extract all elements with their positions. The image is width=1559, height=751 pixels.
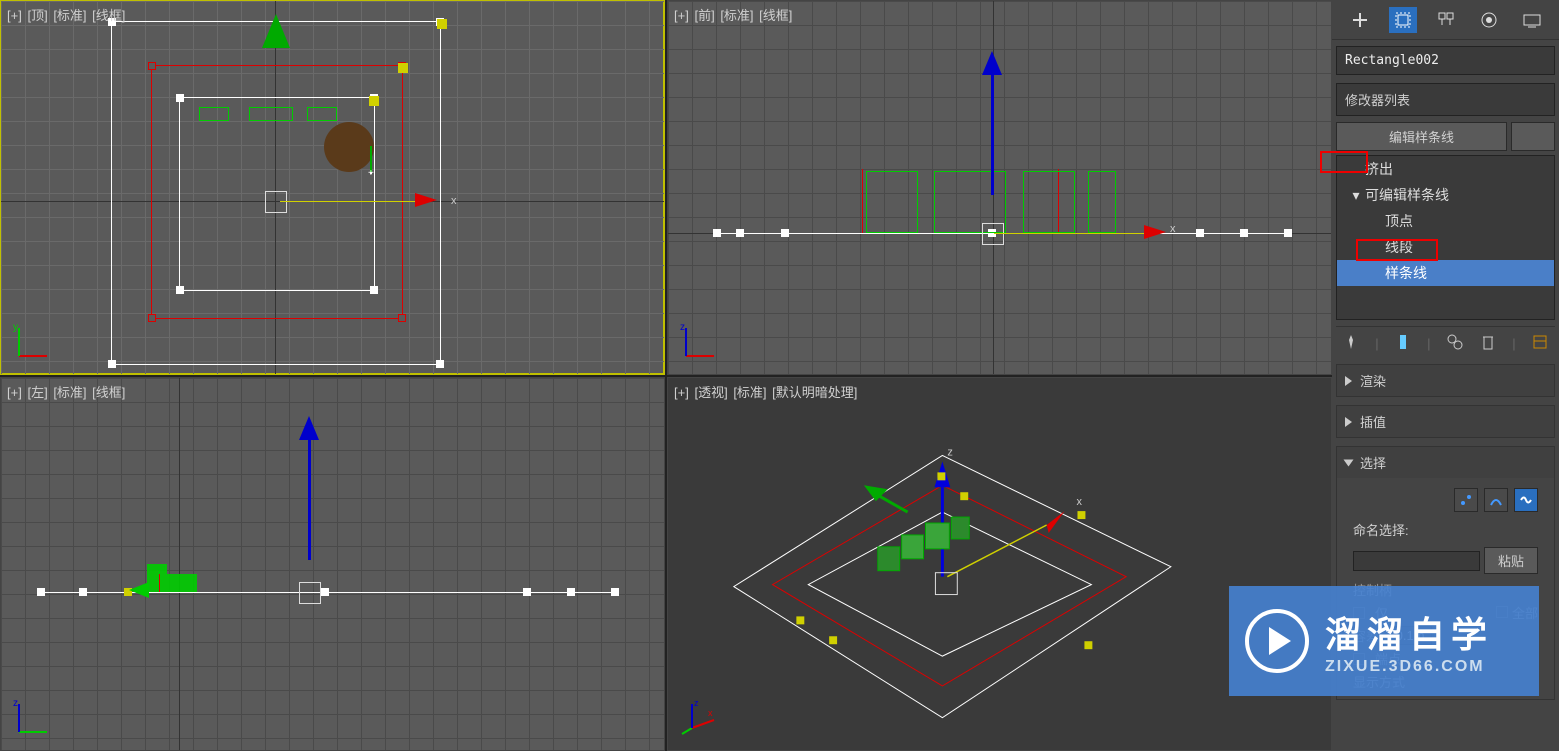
- svg-text:z: z: [947, 446, 952, 458]
- tab-create-icon[interactable]: [1346, 7, 1374, 33]
- object-name-field[interactable]: Rectangle002: [1336, 46, 1555, 75]
- svg-text:z: z: [680, 322, 685, 333]
- svg-text:z: z: [694, 698, 699, 708]
- stack-item-extrude[interactable]: 挤出: [1337, 156, 1554, 182]
- subobj-segment-icon[interactable]: [1484, 488, 1508, 512]
- rollout-selection-header[interactable]: 选择: [1337, 447, 1554, 478]
- stack-toolbar: | | |: [1336, 326, 1555, 360]
- edit-spline-button[interactable]: 编辑样条线: [1336, 122, 1507, 151]
- viewport-front[interactable]: [+] [前] [标准] [线框] x z: [667, 0, 1332, 375]
- subobj-spline-icon[interactable]: [1514, 488, 1538, 512]
- rollout-interpolation: 插值: [1336, 405, 1555, 438]
- tab-modify-icon[interactable]: [1389, 7, 1417, 33]
- modifier-stack[interactable]: 挤出 ▾可编辑样条线 顶点 线段 样条线: [1336, 155, 1555, 320]
- rollout-render-header[interactable]: 渲染: [1337, 365, 1554, 396]
- viewport-top[interactable]: [+] [顶] [标准] [线框]: [0, 0, 665, 375]
- named-selection-input[interactable]: [1353, 551, 1480, 571]
- mini-axis-icon: z: [13, 698, 53, 738]
- stack-item-vertex[interactable]: 顶点: [1337, 208, 1554, 234]
- modifier-set-button[interactable]: [1511, 122, 1555, 151]
- tab-hierarchy-icon[interactable]: [1432, 7, 1460, 33]
- watermark-overlay: 溜溜自学 ZIXUE.3D66.COM: [1229, 586, 1539, 696]
- mini-axis-icon: z: [680, 322, 720, 362]
- rollout-render: 渲染: [1336, 364, 1555, 397]
- configure-modifier-icon[interactable]: [1531, 333, 1549, 354]
- viewport-left[interactable]: [+] [左] [标准] [线框] z: [0, 377, 665, 751]
- command-panel-tabs: [1332, 0, 1559, 40]
- play-icon: [1245, 609, 1309, 673]
- subobj-vertex-icon[interactable]: [1454, 488, 1478, 512]
- modifier-list-dropdown[interactable]: 修改器列表: [1336, 83, 1555, 116]
- named-selection-label: 命名选择:: [1353, 520, 1409, 539]
- tab-motion-icon[interactable]: [1475, 7, 1503, 33]
- stack-item-spline[interactable]: 样条线: [1337, 260, 1554, 286]
- svg-text:y: y: [13, 322, 18, 333]
- make-unique-icon[interactable]: [1446, 333, 1464, 354]
- mini-axis-icon: y: [13, 322, 53, 362]
- viewport-grid: [+] [顶] [标准] [线框]: [0, 0, 1332, 751]
- annotation-box: [1356, 239, 1438, 261]
- svg-text:x: x: [1076, 496, 1082, 508]
- svg-text:x: x: [708, 708, 713, 718]
- paste-button[interactable]: 粘贴: [1484, 547, 1538, 574]
- show-end-result-icon[interactable]: [1394, 333, 1412, 354]
- mini-axis-icon: x z: [680, 698, 720, 738]
- tab-display-icon[interactable]: [1518, 7, 1546, 33]
- rollout-interpolation-header[interactable]: 插值: [1337, 406, 1554, 437]
- remove-modifier-icon[interactable]: [1479, 333, 1497, 354]
- pin-icon[interactable]: [1342, 333, 1360, 354]
- annotation-box: [1320, 151, 1368, 173]
- stack-item-editable-spline[interactable]: ▾可编辑样条线: [1337, 182, 1554, 208]
- svg-text:z: z: [13, 698, 18, 709]
